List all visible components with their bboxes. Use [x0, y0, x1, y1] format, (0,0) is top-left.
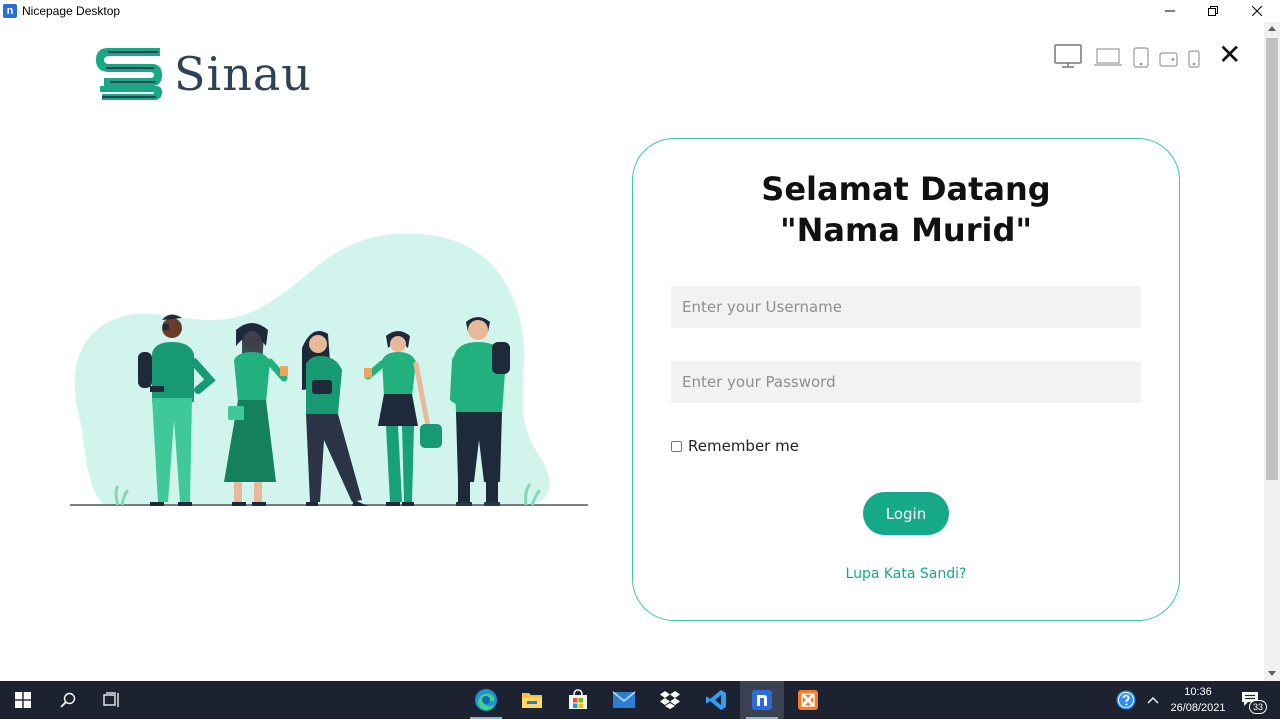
welcome-heading: Selamat Datang "Nama Murid" — [633, 169, 1179, 251]
brand-name: Sinau — [174, 47, 312, 101]
task-view-button[interactable] — [90, 681, 134, 719]
taskbar-visual-studio-code[interactable] — [694, 681, 738, 719]
visual-studio-code-icon — [706, 690, 726, 710]
chevron-up-icon — [1147, 697, 1159, 704]
nicepage-icon — [752, 690, 772, 710]
window-title-bar: n Nicepage Desktop — [0, 0, 1280, 22]
mail-icon — [612, 691, 636, 708]
notification-count-badge: 33 — [1249, 700, 1267, 714]
scroll-down-arrow-icon[interactable] — [1268, 671, 1276, 676]
scroll-up-arrow-icon[interactable] — [1268, 26, 1276, 31]
login-button[interactable]: Login — [863, 492, 949, 535]
window-title: Nicepage Desktop — [22, 4, 121, 18]
welcome-line: Selamat Datang — [761, 170, 1051, 208]
login-card: Selamat Datang "Nama Murid" Remember me … — [632, 138, 1180, 621]
edge-icon — [475, 689, 497, 711]
nicepage-app-icon: n — [3, 4, 17, 18]
remember-me-checkbox[interactable] — [671, 440, 682, 452]
taskbar-nicepage[interactable] — [740, 681, 784, 719]
taskbar-dropbox[interactable] — [648, 681, 692, 719]
book-stack-logo-icon — [96, 48, 162, 100]
dropbox-icon — [660, 691, 680, 709]
windows-logo-icon — [15, 692, 31, 708]
password-input[interactable] — [671, 361, 1141, 403]
clock-time: 10:36 — [1184, 686, 1212, 698]
taskbar-file-explorer[interactable] — [510, 681, 554, 719]
restore-icon — [1208, 6, 1218, 16]
minimize-icon — [1165, 10, 1175, 12]
remember-me-row[interactable]: Remember me — [671, 437, 799, 455]
restore-button[interactable] — [1191, 0, 1235, 22]
tablet-landscape-icon[interactable] — [1159, 52, 1178, 67]
show-hidden-icons-button[interactable] — [1142, 681, 1164, 719]
vertical-scrollbar[interactable] — [1264, 22, 1280, 681]
system-clock[interactable]: 10:36 26/08/2021 — [1166, 684, 1230, 716]
microsoft-store-icon — [569, 689, 587, 709]
students-group-illustration — [70, 233, 588, 506]
screen: n Nicepage Desktop Sinau ✕ Selamat Datan… — [0, 0, 1280, 719]
forgot-password-link[interactable]: Lupa Kata Sandi? — [633, 566, 1179, 582]
close-preview-icon[interactable]: ✕ — [1218, 40, 1241, 70]
laptop-icon[interactable] — [1094, 48, 1122, 66]
search-icon — [60, 692, 76, 708]
taskbar-mail[interactable] — [602, 681, 646, 719]
help-icon — [1116, 690, 1136, 710]
help-tray-button[interactable] — [1112, 681, 1140, 719]
xampp-icon — [798, 690, 818, 710]
tablet-portrait-icon[interactable] — [1133, 47, 1149, 68]
task-view-icon — [103, 692, 119, 707]
desktop-icon[interactable] — [1054, 44, 1082, 68]
brand-logo[interactable]: Sinau — [96, 44, 326, 104]
phone-icon[interactable] — [1188, 50, 1200, 68]
taskbar-edge[interactable] — [464, 681, 508, 719]
file-explorer-icon — [522, 693, 542, 708]
windows-taskbar: 10:36 26/08/2021 33 — [0, 681, 1280, 719]
scrollbar-thumb[interactable] — [1266, 38, 1278, 480]
student-name-line: "Nama Murid" — [779, 211, 1033, 249]
minimize-button[interactable] — [1148, 0, 1192, 22]
clock-date: 26/08/2021 — [1170, 702, 1226, 714]
close-icon — [1252, 6, 1262, 16]
remember-me-label[interactable]: Remember me — [688, 437, 799, 455]
taskbar-xampp[interactable] — [786, 681, 830, 719]
username-input[interactable] — [671, 286, 1141, 328]
search-button[interactable] — [46, 681, 90, 719]
start-button[interactable] — [0, 681, 46, 719]
window-close-button[interactable] — [1235, 0, 1279, 22]
taskbar-microsoft-store[interactable] — [556, 681, 600, 719]
